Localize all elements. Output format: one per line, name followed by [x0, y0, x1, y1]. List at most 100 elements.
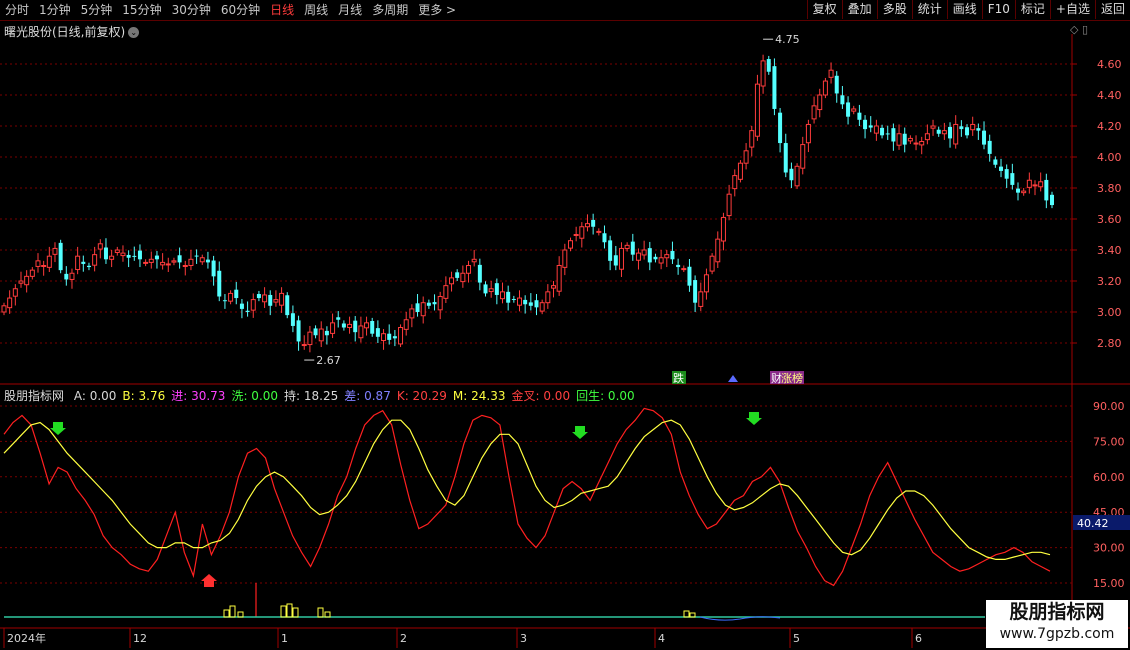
candle — [103, 238, 108, 264]
candle-body — [732, 175, 738, 190]
candle-body — [29, 269, 35, 277]
candle — [409, 304, 415, 328]
toolbar-button-1[interactable]: 叠加 — [841, 0, 877, 19]
indicator-value-1: B: 3.76 — [122, 389, 166, 403]
candle-body — [330, 322, 336, 334]
candle-body — [891, 128, 896, 142]
candle — [681, 265, 687, 273]
chart-canvas[interactable]: 4.752.67跌财涨榜 4.604.404.204.003.803.603.4… — [0, 21, 1130, 650]
toolbar-button-7[interactable]: +自选 — [1049, 0, 1095, 19]
low-label: 2.67 — [316, 354, 341, 367]
candle-body — [426, 302, 431, 306]
indicator-value-4: 持: 18.25 — [284, 389, 339, 403]
candle — [545, 284, 551, 309]
candle-body — [1038, 181, 1044, 188]
candle — [924, 124, 930, 145]
candle — [709, 253, 715, 275]
candle — [420, 296, 426, 324]
candle — [370, 317, 375, 337]
toolbar-button-0[interactable]: 复权 — [806, 0, 842, 19]
candle-body — [154, 255, 159, 260]
candle — [613, 245, 618, 271]
tab-7[interactable]: 周线 — [299, 0, 333, 20]
candle — [126, 250, 131, 268]
candle — [573, 226, 579, 242]
candle-body — [930, 125, 936, 129]
candle-body — [97, 243, 103, 250]
candle-body — [613, 255, 618, 266]
candle — [670, 241, 675, 264]
candle-body — [437, 296, 443, 311]
toolbar-button-6[interactable]: 标记 — [1014, 0, 1050, 19]
indicator-bar — [229, 605, 236, 618]
candle-body — [602, 233, 607, 243]
candle — [618, 242, 624, 277]
candle — [794, 163, 800, 189]
candle — [194, 249, 199, 264]
candle — [41, 260, 47, 276]
candle — [81, 255, 86, 272]
candle — [64, 266, 69, 286]
candle — [506, 285, 511, 311]
candle — [783, 133, 788, 178]
candle-body — [567, 240, 573, 249]
candle-body — [936, 129, 941, 134]
tab-1[interactable]: 1分钟 — [34, 0, 76, 20]
tab-5[interactable]: 60分钟 — [216, 0, 265, 20]
candle — [846, 96, 851, 125]
candle-body — [199, 257, 205, 263]
toolbar-button-4[interactable]: 画线 — [946, 0, 982, 19]
candle-body — [840, 95, 845, 105]
candle-body — [211, 260, 216, 277]
candle — [658, 250, 664, 270]
price-tick-label: 4.60 — [1097, 58, 1122, 71]
candle-body — [358, 325, 364, 339]
toolbar-button-5[interactable]: F10 — [981, 0, 1015, 19]
candle-body — [953, 123, 959, 145]
candle — [1038, 172, 1044, 192]
candle-body — [720, 216, 726, 242]
candle — [432, 294, 437, 311]
toolbar-button-3[interactable]: 统计 — [911, 0, 947, 19]
date-label: 12 — [133, 632, 147, 645]
tab-0[interactable]: 分时 — [0, 0, 34, 20]
candle — [703, 268, 709, 300]
candle-body — [924, 133, 930, 141]
candle — [630, 233, 635, 261]
tab-6[interactable]: 日线 — [265, 0, 299, 20]
candle — [358, 316, 364, 343]
candle-body — [664, 254, 670, 259]
buy-arrow-icon — [201, 574, 217, 587]
candle-body — [18, 280, 24, 284]
candle — [35, 253, 41, 273]
candle-body — [670, 250, 675, 260]
candle-body — [273, 299, 279, 303]
candle-body — [120, 252, 126, 257]
indicator-bar — [317, 607, 324, 618]
candle — [132, 246, 137, 261]
candle — [1021, 188, 1027, 196]
candle-body — [403, 319, 409, 330]
candle-body — [35, 260, 41, 267]
tab-2[interactable]: 5分钟 — [76, 0, 118, 20]
toolbar-button-8[interactable]: 返回 — [1094, 0, 1130, 19]
indicator-name[interactable]: 股朋指标网 — [4, 389, 64, 403]
candle-body — [81, 261, 86, 264]
tab-4[interactable]: 30分钟 — [167, 0, 216, 20]
tab-3[interactable]: 15分钟 — [117, 0, 166, 20]
candle — [693, 275, 698, 312]
toolbar-button-2[interactable]: 多股 — [876, 0, 912, 19]
candle-body — [562, 249, 568, 268]
candle-body — [443, 285, 449, 299]
tab-8[interactable]: 月线 — [333, 0, 367, 20]
tab-10[interactable]: 更多 > — [413, 0, 461, 20]
candle — [523, 295, 528, 314]
candle — [754, 74, 760, 141]
watermark-url: www.7gpzb.com — [999, 626, 1115, 642]
candle-body — [687, 266, 692, 286]
tab-9[interactable]: 多周期 — [367, 0, 413, 20]
candle-body — [941, 130, 947, 135]
candle-body — [868, 125, 873, 128]
candle — [919, 136, 925, 155]
candle-body — [58, 242, 63, 271]
